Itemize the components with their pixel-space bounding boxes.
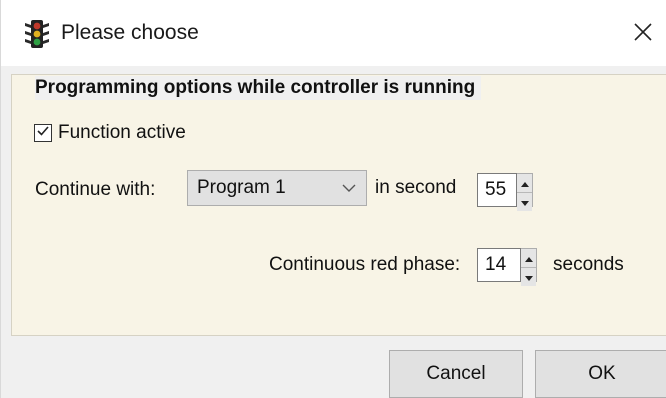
ok-button[interactable]: OK [535,350,666,398]
window-title: Please choose [61,21,199,44]
arrow-up-icon [520,174,529,192]
red-phase-spinner: 14 [477,248,537,286]
cancel-button[interactable]: Cancel [389,350,523,398]
dialog-window: Please choose Programming options while … [0,0,666,398]
second-spinner: 55 [477,173,533,211]
seconds-unit-label: seconds [553,254,624,275]
red-phase-increment-button[interactable] [521,249,536,267]
function-active-label: Function active [58,122,186,143]
chevron-down-icon [338,170,360,206]
arrow-down-icon [520,193,529,211]
traffic-light-icon [23,19,51,49]
red-phase-input[interactable]: 14 [477,248,521,282]
title-bar[interactable]: Please choose [1,0,666,66]
function-active-checkbox[interactable]: Function active [34,121,186,145]
close-icon [633,22,653,47]
in-second-label: in second [375,177,457,198]
arrow-down-icon [524,268,533,286]
group-title: Programming options while controller is … [35,76,482,100]
second-spinner-arrows [517,173,533,211]
checkbox-box[interactable] [34,124,52,142]
close-button[interactable] [623,14,663,54]
red-phase-label: Continuous red phase: [269,254,461,275]
program-select[interactable]: Program 1 [187,170,367,206]
second-input[interactable]: 55 [477,173,517,207]
arrow-up-icon [524,249,533,267]
checkmark-icon [36,124,50,143]
program-select-value: Program 1 [197,177,286,198]
continue-with-label: Continue with: [35,179,156,200]
second-increment-button[interactable] [517,174,532,192]
red-phase-spinner-arrows [521,248,537,286]
second-decrement-button[interactable] [517,192,532,211]
red-phase-decrement-button[interactable] [521,267,536,286]
